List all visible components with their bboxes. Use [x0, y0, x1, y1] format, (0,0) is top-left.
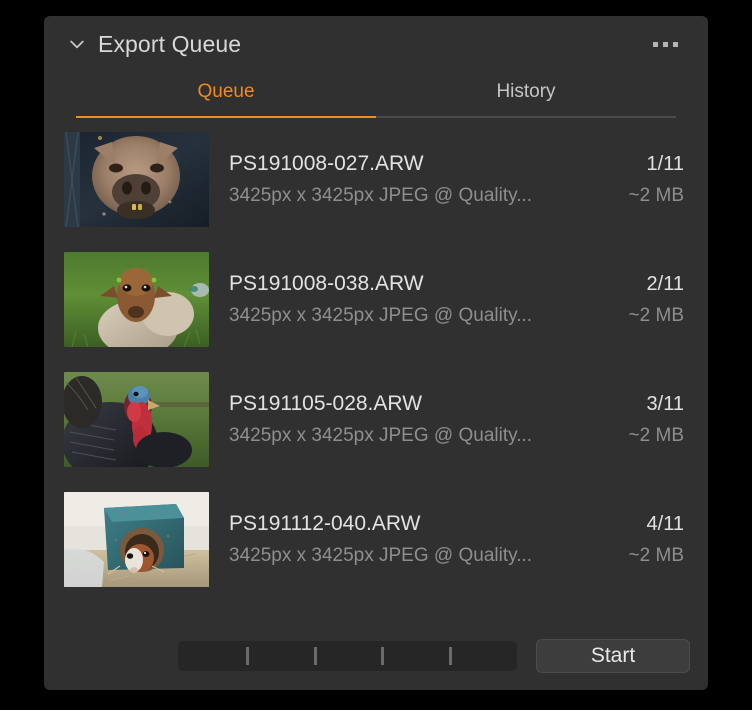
estimated-size: ~2 MB	[628, 185, 684, 206]
export-queue-panel: Export Queue Queue History PS191008-027.…	[44, 16, 708, 690]
export-queue-list: PS191008-027.ARW 1/11 3425px x 3425px JP…	[44, 132, 708, 587]
table-row[interactable]: PS191008-038.ARW 2/11 3425px x 3425px JP…	[64, 252, 688, 347]
tab-bar: Queue History	[76, 74, 676, 118]
row-secondary-line: 3425px x 3425px JPEG @ Quality... ~2 MB	[229, 545, 684, 567]
ellipsis-dot	[653, 41, 658, 47]
file-name: PS191105-028.ARW	[229, 392, 423, 415]
table-row[interactable]: PS191008-027.ARW 1/11 3425px x 3425px JP…	[64, 132, 688, 227]
row-text: PS191105-028.ARW 3/11 3425px x 3425px JP…	[209, 392, 688, 447]
row-text: PS191112-040.ARW 4/11 3425px x 3425px JP…	[209, 512, 688, 567]
export-settings: 3425px x 3425px JPEG @ Quality...	[229, 545, 533, 566]
ellipsis-icon[interactable]	[651, 36, 680, 53]
estimated-size: ~2 MB	[628, 305, 684, 326]
export-settings: 3425px x 3425px JPEG @ Quality...	[229, 185, 533, 206]
thumbnail-guinea-pig-in-box[interactable]	[64, 492, 209, 587]
tab-underline-active	[76, 116, 376, 118]
table-row[interactable]: PS191112-040.ARW 4/11 3425px x 3425px JP…	[64, 492, 688, 587]
row-primary-line: PS191105-028.ARW 3/11	[229, 392, 684, 416]
queue-index: 2/11	[646, 273, 684, 295]
thumbnail-sheep-on-grass[interactable]	[64, 252, 209, 347]
export-settings: 3425px x 3425px JPEG @ Quality...	[229, 305, 533, 326]
panel-footer: Start	[44, 622, 708, 690]
chevron-down-icon[interactable]	[64, 31, 90, 57]
progress-segment	[178, 641, 246, 671]
progress-segment	[313, 641, 382, 671]
queue-index: 4/11	[646, 513, 684, 535]
file-name: PS191008-027.ARW	[229, 152, 424, 175]
start-button[interactable]: Start	[536, 639, 690, 673]
thumbnail-pig-portrait[interactable]	[64, 132, 209, 227]
ellipsis-dot	[673, 41, 678, 47]
progress-segment	[449, 641, 517, 671]
row-secondary-line: 3425px x 3425px JPEG @ Quality... ~2 MB	[229, 185, 684, 207]
progress-segment	[381, 641, 449, 671]
row-text: PS191008-027.ARW 1/11 3425px x 3425px JP…	[209, 152, 688, 207]
ellipsis-dot	[663, 41, 668, 47]
table-row[interactable]: PS191105-028.ARW 3/11 3425px x 3425px JP…	[64, 372, 688, 467]
row-secondary-line: 3425px x 3425px JPEG @ Quality... ~2 MB	[229, 425, 684, 447]
tab-queue[interactable]: Queue	[76, 74, 376, 118]
file-name: PS191112-040.ARW	[229, 512, 421, 535]
page-title: Export Queue	[98, 30, 242, 57]
row-secondary-line: 3425px x 3425px JPEG @ Quality... ~2 MB	[229, 305, 684, 327]
row-text: PS191008-038.ARW 2/11 3425px x 3425px JP…	[209, 272, 688, 327]
estimated-size: ~2 MB	[628, 545, 684, 566]
export-progress-bar[interactable]	[178, 641, 517, 671]
estimated-size: ~2 MB	[628, 425, 684, 446]
file-name: PS191008-038.ARW	[229, 272, 424, 295]
export-settings: 3425px x 3425px JPEG @ Quality...	[229, 425, 533, 446]
queue-index: 1/11	[646, 153, 684, 175]
panel-header: Export Queue	[44, 16, 708, 72]
queue-index: 3/11	[646, 393, 684, 415]
progress-segment	[245, 641, 314, 671]
row-primary-line: PS191008-027.ARW 1/11	[229, 152, 684, 176]
row-primary-line: PS191112-040.ARW 4/11	[229, 512, 684, 536]
row-primary-line: PS191008-038.ARW 2/11	[229, 272, 684, 296]
thumbnail-turkey-portrait[interactable]	[64, 372, 209, 467]
tab-history[interactable]: History	[376, 74, 676, 118]
